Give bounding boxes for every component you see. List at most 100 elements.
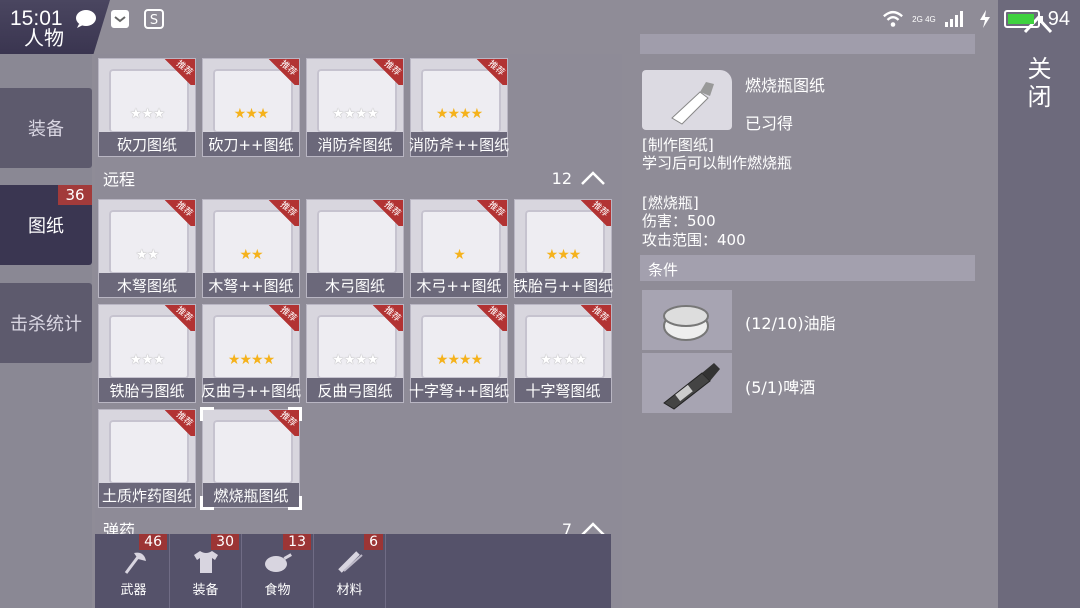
blueprint-label: 木弓++图纸 (411, 273, 507, 297)
ranged-row: 推荐 土质炸药图纸 推荐 燃烧瓶图纸 (95, 407, 622, 510)
blueprint-label: 木弩++图纸 (203, 273, 299, 297)
blueprint-card[interactable]: ★★★★ 推荐 消防斧++图纸 (409, 58, 509, 157)
recommended-tag: 推荐 (161, 200, 195, 226)
blueprint-label: 十字弩图纸 (515, 378, 611, 402)
selection-corner (288, 407, 302, 421)
nav-item-label: 装备 (28, 119, 64, 140)
molotov-blueprint-icon (642, 70, 732, 130)
blueprint-description: 学习后可以制作燃烧瓶 (642, 154, 793, 172)
meat-icon (264, 553, 292, 572)
blueprint-card[interactable]: ★ 推荐木弓++图纸 (410, 199, 508, 298)
selection-corner (200, 496, 214, 510)
star-rating: ★ (453, 247, 466, 263)
tab-equipment[interactable]: 30 装备 (170, 534, 242, 608)
star-rating: ★★★ (129, 352, 166, 368)
blueprint-list-panel[interactable]: ★★★ 推荐 砍刀图纸 ★★★ 推荐 砍刀++图纸 ★★★★ 推荐 消防斧图纸 ★★★★ 推荐 消防斧… (95, 54, 622, 608)
nav-item-kill-stats[interactable]: 击杀统计 (0, 283, 92, 363)
close-button[interactable]: 关闭 (998, 0, 1080, 608)
condition-text: (5/1)啤酒 (745, 378, 816, 397)
section-count: 12 (551, 168, 572, 188)
blueprint-card[interactable]: ★★ 推荐 木弩图纸 (98, 199, 196, 298)
detail-panel: 燃烧瓶图纸 已习得 [制作图纸] 学习后可以制作燃烧瓶 [燃烧瓶] 伤害：500… (630, 0, 1000, 608)
nav-item-equipment[interactable]: 装备 (0, 88, 92, 168)
blueprint-label: 铁胎弓图纸 (99, 378, 195, 402)
inbox-icon (109, 8, 131, 30)
blueprint-label: 十字弩++图纸 (409, 378, 509, 402)
recommended-tag: 推荐 (473, 59, 507, 85)
blueprint-card[interactable]: 推荐 木弓图纸 (306, 199, 404, 298)
battery-icon (1003, 10, 1043, 28)
recommended-tag: 推荐 (473, 200, 507, 226)
tab-badge: 46 (139, 534, 167, 550)
star-rating: ★★★★ (331, 106, 379, 122)
blueprint-label: 木弩图纸 (99, 273, 195, 297)
star-rating: ★★★ (545, 247, 582, 263)
charging-icon (974, 8, 996, 30)
chevron-up-icon[interactable] (580, 170, 606, 186)
range-stat: 攻击范围：400 (642, 231, 746, 249)
recommended-tag: 推荐 (265, 305, 299, 331)
blueprint-label: 砍刀++图纸 (203, 132, 299, 156)
blueprint-card[interactable]: 推荐 燃烧瓶图纸 (200, 407, 302, 510)
nav-item-blueprints[interactable]: 36 图纸 (0, 185, 92, 265)
star-rating: ★★★★ (227, 352, 275, 368)
recommended-tag: 推荐 (265, 59, 299, 85)
star-rating: ★★★ (129, 106, 166, 122)
conditions-header: 条件 (640, 255, 975, 281)
recommended-tag: 推荐 (369, 59, 403, 85)
blueprint-card[interactable]: ★★★ 推荐砍刀图纸 (98, 58, 196, 157)
blueprint-card[interactable]: ★★★ 推荐铁胎弓++图纸 (513, 199, 613, 298)
tab-weapons[interactable]: 46 武器 (98, 534, 170, 608)
blueprint-label: 消防斧图纸 (307, 132, 403, 156)
svg-text:S: S (149, 13, 157, 28)
blueprint-card[interactable]: ★★★★ 推荐消防斧图纸 (306, 58, 404, 157)
battery-level: 94 (1047, 7, 1070, 30)
selection-corner (288, 496, 302, 510)
tab-badge: 30 (211, 534, 239, 550)
condition-text: (12/10)油脂 (745, 314, 836, 333)
nav-badge: 36 (58, 185, 92, 205)
blueprint-label: 燃烧瓶图纸 (203, 483, 299, 507)
signal-icon (944, 8, 966, 30)
blueprint-label: 铁胎弓++图纸 (513, 273, 613, 297)
recommended-tag: 推荐 (577, 200, 611, 226)
blueprint-card[interactable]: ★★★★ 推荐反曲弓++图纸 (201, 304, 301, 403)
star-rating: ★★★★ (539, 352, 587, 368)
blueprint-label: 土质炸药图纸 (99, 483, 195, 507)
blueprint-card[interactable]: ★★ 推荐木弩++图纸 (202, 199, 300, 298)
left-nav: 人物 装备 36 图纸 击杀统计 (0, 0, 110, 608)
shirt-icon (193, 551, 218, 573)
star-rating: ★★★★ (435, 106, 483, 122)
recommended-tag: 推荐 (161, 305, 195, 331)
tab-label: 食物 (264, 583, 291, 598)
wifi-icon (882, 8, 904, 30)
recommended-tag: 推荐 (369, 305, 403, 331)
blueprint-label: 反曲弓++图纸 (201, 378, 301, 402)
tab-badge: 6 (364, 534, 383, 550)
tab-food[interactable]: 13 食物 (242, 534, 314, 608)
recommended-tag: 推荐 (265, 200, 299, 226)
status-time: 15:01 (10, 7, 63, 30)
nav-item-label: 图纸 (28, 216, 64, 237)
s-icon: S (143, 8, 165, 30)
blueprint-card[interactable]: ★★★★ 推荐 十字弩图纸 (514, 304, 612, 403)
star-rating: ★★ (239, 247, 263, 263)
blueprint-label: 反曲弓图纸 (307, 378, 403, 402)
detail-item-name: 燃烧瓶图纸 (745, 76, 826, 95)
status-bar: 15:01 S 2G 4G 94 (0, 0, 1080, 38)
blueprint-card[interactable]: 推荐 土质炸药图纸 (98, 409, 196, 508)
tab-label: 装备 (192, 583, 219, 598)
close-label: 关闭 (1023, 56, 1051, 112)
melee-row: ★★★ 推荐 砍刀图纸 ★★★ 推荐 砍刀++图纸 ★★★★ 推荐 消防斧图纸 ★★★★ 推荐 消防斧… (95, 58, 622, 157)
material-icon (337, 551, 363, 573)
blueprint-label: 砍刀图纸 (99, 132, 195, 156)
blueprint-card[interactable]: ★★★ 推荐 砍刀++图纸 (202, 58, 300, 157)
nav-item-label: 击杀统计 (10, 314, 82, 335)
blueprint-card[interactable]: ★★★★ 推荐 反曲弓图纸 (306, 304, 404, 403)
recommended-tag: 推荐 (161, 59, 195, 85)
blueprint-card[interactable]: ★★★ 推荐铁胎弓图纸 (98, 304, 196, 403)
section-header-ranged[interactable]: 远程 12 (95, 163, 622, 193)
damage-stat: 伤害：500 (642, 212, 716, 230)
tab-materials[interactable]: 6 材料 (314, 534, 386, 608)
blueprint-card[interactable]: ★★★★ 推荐 十字弩++图纸 (409, 304, 509, 403)
